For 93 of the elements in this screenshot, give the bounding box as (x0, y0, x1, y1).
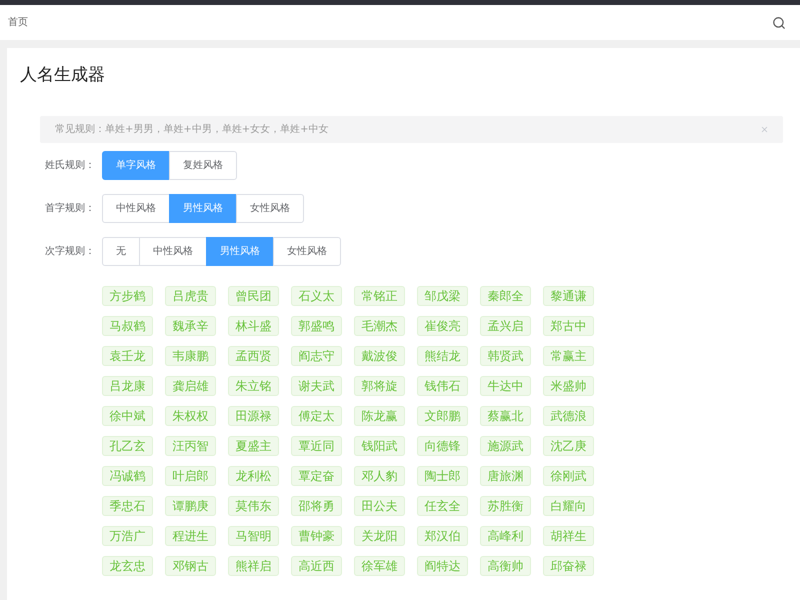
option-button[interactable]: 中性风格 (102, 194, 170, 223)
name-tag: 田源禄 (228, 406, 279, 426)
name-tag: 牛达中 (480, 376, 531, 396)
name-tag: 袁壬龙 (102, 346, 153, 366)
name-tag: 林斗盛 (228, 316, 279, 336)
name-tag: 孟兴启 (480, 316, 531, 336)
name-tag: 邓钢古 (165, 556, 216, 576)
name-tag: 唐旅渊 (480, 466, 531, 486)
name-tag: 曾民团 (228, 286, 279, 306)
name-tag: 陈龙赢 (354, 406, 405, 426)
name-tag: 高近西 (291, 556, 342, 576)
name-tag: 钱阳武 (354, 436, 405, 456)
name-tag: 毛潮杰 (354, 316, 405, 336)
name-tag: 徐刚武 (543, 466, 594, 486)
name-tag: 邓人豹 (354, 466, 405, 486)
name-tag: 孟西贤 (228, 346, 279, 366)
name-tag: 邵将勇 (291, 496, 342, 516)
name-tag: 曹钟豪 (291, 526, 342, 546)
name-tag: 覃近同 (291, 436, 342, 456)
name-tag: 白耀向 (543, 496, 594, 516)
name-tag: 万浩广 (102, 526, 153, 546)
name-tag: 叶启郎 (165, 466, 216, 486)
name-tag: 田公夫 (354, 496, 405, 516)
name-tag: 邹戊梁 (417, 286, 468, 306)
name-tag: 常赢主 (543, 346, 594, 366)
name-tag: 施源武 (480, 436, 531, 456)
name-tag: 吕虎贵 (165, 286, 216, 306)
page-title: 人名生成器 (20, 64, 105, 86)
name-tag: 夏盛主 (228, 436, 279, 456)
name-tag: 马叔鹤 (102, 316, 153, 336)
name-tag: 季忠石 (102, 496, 153, 516)
name-tag: 常铭正 (354, 286, 405, 306)
option-button[interactable]: 中性风格 (139, 237, 207, 266)
name-tag: 朱权权 (165, 406, 216, 426)
name-tag: 黎通谦 (543, 286, 594, 306)
option-button[interactable]: 女性风格 (273, 237, 341, 266)
name-tag: 冯诚鹤 (102, 466, 153, 486)
name-tag: 郭将旋 (354, 376, 405, 396)
name-tag: 高峰利 (480, 526, 531, 546)
name-tag: 马智明 (228, 526, 279, 546)
name-tag: 钱伟石 (417, 376, 468, 396)
name-tag: 孔乙玄 (102, 436, 153, 456)
name-tag: 崔俊亮 (417, 316, 468, 336)
name-tag: 蔡赢北 (480, 406, 531, 426)
name-tag: 方步鹤 (102, 286, 153, 306)
name-tag: 傅定太 (291, 406, 342, 426)
name-tag: 汪丙智 (165, 436, 216, 456)
name-tag: 武德浪 (543, 406, 594, 426)
name-tag: 龙玄忠 (102, 556, 153, 576)
rule-label: 姓氏规则： (44, 158, 96, 173)
breadcrumb-link[interactable]: 首页 (8, 15, 28, 30)
name-tag: 吕龙康 (102, 376, 153, 396)
rule-label: 次字规则： (44, 244, 96, 259)
name-tag: 米盛帅 (543, 376, 594, 396)
name-tag: 秦郎全 (480, 286, 531, 306)
name-tag: 熊祥启 (228, 556, 279, 576)
search-icon[interactable] (772, 16, 786, 30)
option-button[interactable]: 女性风格 (236, 194, 304, 223)
name-tag: 程进生 (165, 526, 216, 546)
name-tag: 朱立铭 (228, 376, 279, 396)
option-button[interactable]: 复姓风格 (169, 151, 237, 180)
notice-text: 常见规则：单姓+男男，单姓+中男，单姓+女女，单姓+中女 (55, 122, 329, 137)
name-tag: 谭鹏庚 (165, 496, 216, 516)
name-tag: 苏胜衡 (480, 496, 531, 516)
name-tag: 魏承辛 (165, 316, 216, 336)
name-tag: 覃定奋 (291, 466, 342, 486)
name-tag: 陶士郎 (417, 466, 468, 486)
name-tag: 郑古中 (543, 316, 594, 336)
name-tag: 谢夫武 (291, 376, 342, 396)
name-tag: 龚启雄 (165, 376, 216, 396)
name-tag: 郑汉伯 (417, 526, 468, 546)
name-tag: 韩贤武 (480, 346, 531, 366)
name-tag: 沈乙庚 (543, 436, 594, 456)
name-tag: 郭盛鸣 (291, 316, 342, 336)
name-tag: 阎特达 (417, 556, 468, 576)
name-tag: 熊结龙 (417, 346, 468, 366)
name-tag: 石义太 (291, 286, 342, 306)
name-tag: 关龙阳 (354, 526, 405, 546)
rule-label: 首字规则： (44, 202, 96, 216)
name-tag: 任玄全 (417, 496, 468, 516)
name-tag: 龙利松 (228, 466, 279, 486)
name-tag: 文郎鹏 (417, 406, 468, 426)
name-tag: 胡祥生 (543, 526, 594, 546)
name-tag: 徐中斌 (102, 406, 153, 426)
name-tag: 阎志守 (291, 346, 342, 366)
name-tag: 徐军雄 (354, 556, 405, 576)
name-tag: 莫伟东 (228, 496, 279, 516)
option-button[interactable]: 无 (102, 237, 140, 266)
name-tag: 向德锋 (417, 436, 468, 456)
name-tag: 韦康鹏 (165, 346, 216, 366)
name-tag: 邱奋禄 (543, 556, 594, 576)
name-tag: 高衡帅 (480, 556, 531, 576)
name-tag: 戴波俊 (354, 346, 405, 366)
